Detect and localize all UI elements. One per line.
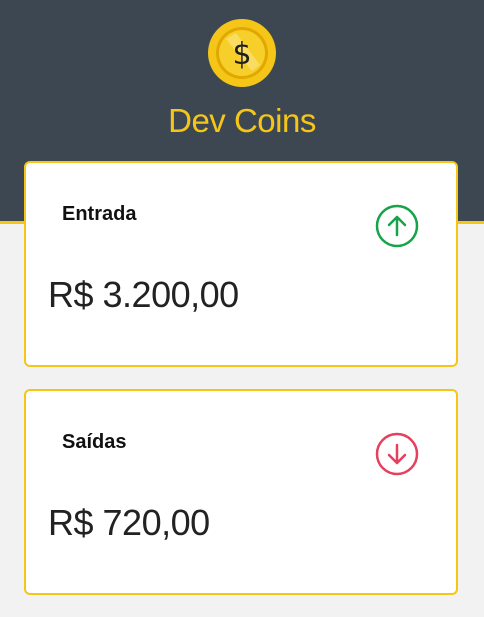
income-label: Entrada <box>62 203 137 225</box>
expense-value: R$ 720,00 <box>48 502 210 543</box>
income-card: Entrada R$ 3.200,00 <box>24 161 458 367</box>
expense-label: Saídas <box>62 431 127 453</box>
income-value: R$ 3.200,00 <box>48 274 239 315</box>
expense-card: Saídas R$ 720,00 <box>24 389 458 595</box>
dollar-coin-icon: $ <box>208 19 276 87</box>
svg-text:$: $ <box>232 37 251 72</box>
arrow-up-circle-icon <box>375 204 419 248</box>
app-title: Dev Coins <box>168 102 316 139</box>
arrow-down-circle-icon <box>375 432 419 476</box>
